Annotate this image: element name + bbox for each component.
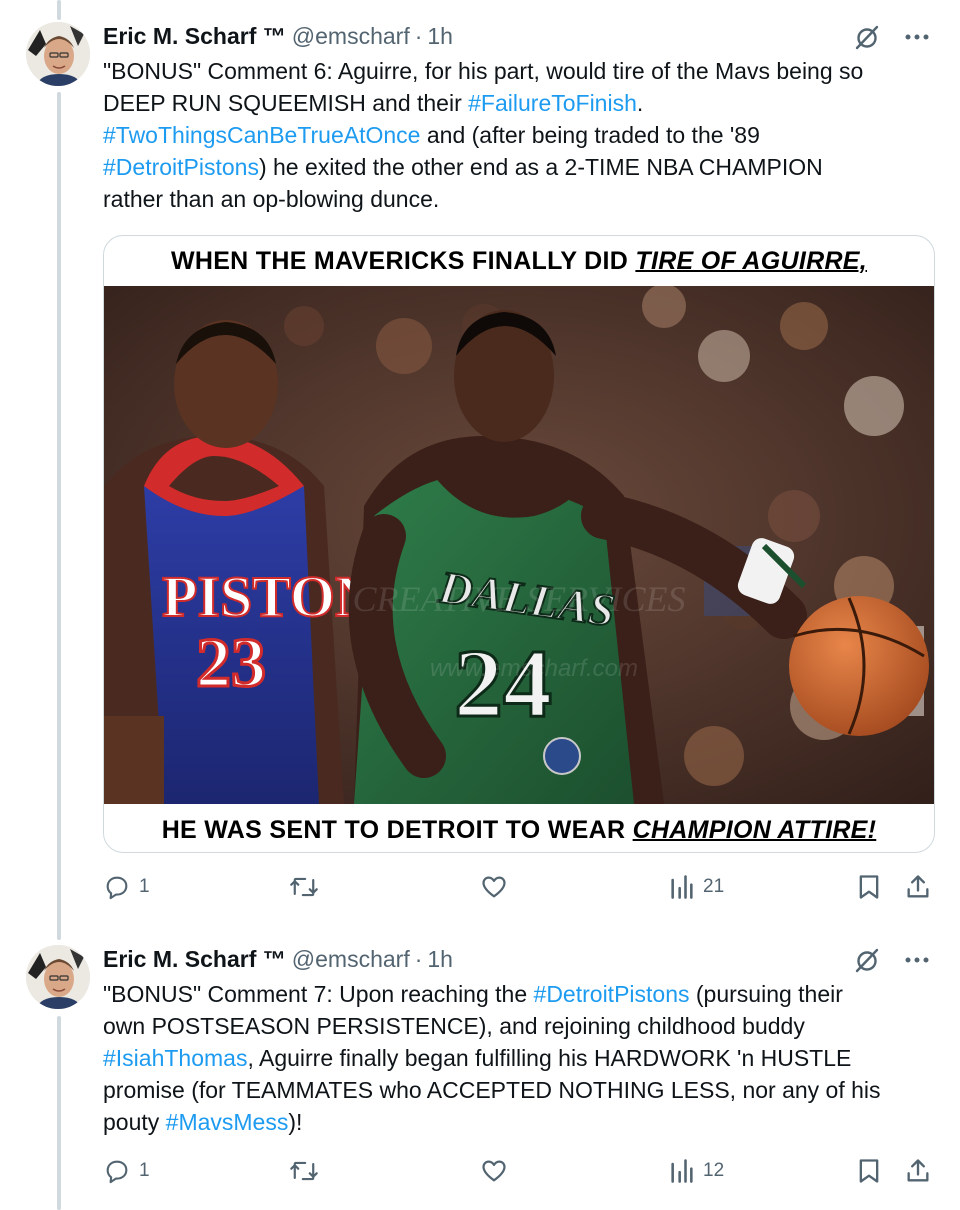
text-run: "BONUS" Comment 6: Aguirre, for his part… xyxy=(103,58,864,84)
avatar-image xyxy=(26,945,90,1009)
text-run: ) he exited the other end as a 2-TIME NB… xyxy=(258,154,823,180)
views-icon xyxy=(671,1159,693,1183)
tweet-actions: 1 21 xyxy=(103,873,933,907)
caption-top: WHEN THE MAVERICKS FINALLY DID TIRE OF A… xyxy=(104,247,934,276)
like-icon xyxy=(482,876,506,898)
player-photo: PISTONS 23 DALLAS 24 CREATIVE SERVICES w… xyxy=(104,286,934,804)
text-run: pouty xyxy=(103,1109,166,1135)
thread-line-top xyxy=(57,0,61,20)
text-line: #DetroitPistons) he exited the other end… xyxy=(103,151,933,183)
bookmark-icon xyxy=(859,875,879,899)
tweet-header: Eric M. Scharf ™ @emscharf · 1h xyxy=(103,20,453,52)
text-run: and (after being traded to the '89 xyxy=(420,122,760,148)
avatar-image xyxy=(26,22,90,86)
bookmark-icon xyxy=(859,1159,879,1183)
reply-button[interactable]: 1 xyxy=(103,873,150,901)
timestamp[interactable]: 1h xyxy=(427,23,453,50)
avatar[interactable] xyxy=(26,945,90,1009)
tweet-top-actions xyxy=(852,22,932,52)
text-run: )! xyxy=(288,1109,303,1135)
text-run: "BONUS" Comment 7: Upon reaching the xyxy=(103,981,534,1007)
grok-icon[interactable] xyxy=(852,22,882,52)
reply-icon xyxy=(106,1160,128,1184)
author-handle[interactable]: @emscharf xyxy=(292,23,410,50)
author-name[interactable]: Eric M. Scharf ™ xyxy=(103,946,286,973)
views-icon xyxy=(671,875,693,899)
views-button[interactable]: 21 xyxy=(669,873,724,901)
tweet-top-actions xyxy=(852,945,932,975)
text-line: "BONUS" Comment 7: Upon reaching the #De… xyxy=(103,978,933,1010)
reply-icon xyxy=(106,876,128,900)
separator: · xyxy=(414,945,423,972)
text-run: rather than an op-blowing dunce. xyxy=(103,186,440,212)
hashtag-link[interactable]: #TwoThingsCanBeTrueAtOnce xyxy=(103,122,420,148)
caption-bottom: HE WAS SENT TO DETROIT TO WEAR CHAMPION … xyxy=(104,816,934,845)
separator: · xyxy=(414,22,423,49)
text-run: DEEP RUN SQUEEMISH and their xyxy=(103,90,469,116)
hashtag-link[interactable]: #IsiahThomas xyxy=(103,1045,247,1071)
text-line: own POSTSEASON PERSISTENCE), and rejoini… xyxy=(103,1010,933,1042)
views-count: 12 xyxy=(703,1160,725,1181)
text-line: promise (for TEAMMATES who ACCEPTED NOTH… xyxy=(103,1074,933,1106)
like-button[interactable] xyxy=(480,1157,516,1185)
more-icon[interactable] xyxy=(902,22,932,52)
grok-icon[interactable] xyxy=(852,945,882,975)
retweet-button[interactable] xyxy=(289,1157,327,1185)
text-run: . xyxy=(636,90,644,116)
hashtag-link[interactable]: #MavsMess xyxy=(166,1109,289,1135)
watermark-text: CREATIVE SERVICES xyxy=(353,579,686,619)
share-icon xyxy=(907,875,929,898)
retweet-icon xyxy=(290,877,318,897)
text-line: #TwoThingsCanBeTrueAtOnce and (after bei… xyxy=(103,119,933,151)
jersey-left-number: 23 xyxy=(196,625,266,702)
share-button[interactable] xyxy=(904,873,932,901)
like-button[interactable] xyxy=(480,873,516,901)
text-run: (pursuing their xyxy=(689,981,843,1007)
tweet[interactable]: Eric M. Scharf ™ @emscharf · 1h "BONUS" … xyxy=(0,943,960,1210)
text-line: pouty #MavsMess)! xyxy=(103,1106,933,1138)
hashtag-link[interactable]: #DetroitPistons xyxy=(103,154,259,180)
text-line: "BONUS" Comment 6: Aguirre, for his part… xyxy=(103,55,933,87)
watermark-url: www.emscharf.com xyxy=(430,655,638,682)
like-icon xyxy=(482,1160,506,1182)
tweet-header: Eric M. Scharf ™ @emscharf · 1h xyxy=(103,943,453,975)
reply-button[interactable]: 1 xyxy=(103,1157,150,1185)
hashtag-link[interactable]: #FailureToFinish xyxy=(468,90,637,116)
retweet-icon xyxy=(290,1161,318,1181)
avatar[interactable] xyxy=(26,22,90,86)
hashtag-link[interactable]: #DetroitPistons xyxy=(534,981,690,1007)
reply-count: 1 xyxy=(139,876,150,897)
text-line: rather than an op-blowing dunce. xyxy=(103,183,933,215)
bookmark-button[interactable] xyxy=(857,873,881,901)
tweet-text: "BONUS" Comment 7: Upon reaching the #De… xyxy=(103,978,933,1138)
media-image[interactable]: WHEN THE MAVERICKS FINALLY DID TIRE OF A… xyxy=(103,235,935,853)
views-button[interactable]: 12 xyxy=(669,1157,724,1185)
jersey-right-number: 24 xyxy=(454,630,552,738)
text-line: #IsiahThomas, Aguirre finally began fulf… xyxy=(103,1042,933,1074)
tweet-text: "BONUS" Comment 6: Aguirre, for his part… xyxy=(103,55,933,215)
author-handle[interactable]: @emscharf xyxy=(292,946,410,973)
share-button[interactable] xyxy=(904,1157,932,1185)
reply-count: 1 xyxy=(139,1160,150,1181)
bookmark-button[interactable] xyxy=(857,1157,881,1185)
caption-top-emphasis: TIRE OF AGUIRRE, xyxy=(635,247,868,275)
caption-bottom-text: HE WAS SENT TO DETROIT TO WEAR xyxy=(161,816,633,844)
text-run: , Aguirre finally began fulfilling his H… xyxy=(247,1045,852,1071)
timestamp[interactable]: 1h xyxy=(427,946,453,973)
author-name[interactable]: Eric M. Scharf ™ xyxy=(103,23,286,50)
text-run: promise (for TEAMMATES who ACCEPTED NOTH… xyxy=(103,1077,881,1103)
caption-top-text: WHEN THE MAVERICKS FINALLY DID xyxy=(170,247,636,275)
views-count: 21 xyxy=(703,876,725,897)
text-line: DEEP RUN SQUEEMISH and their #FailureToF… xyxy=(103,87,933,119)
retweet-button[interactable] xyxy=(289,873,327,901)
share-icon xyxy=(907,1159,929,1182)
tweet-actions: 1 12 xyxy=(103,1157,933,1191)
text-run: own POSTSEASON PERSISTENCE), and rejoini… xyxy=(103,1013,805,1039)
more-icon[interactable] xyxy=(902,945,932,975)
tweet[interactable]: Eric M. Scharf ™ @emscharf · 1h "BONUS" … xyxy=(0,20,960,920)
caption-bottom-emphasis: CHAMPION ATTIRE! xyxy=(632,816,877,844)
